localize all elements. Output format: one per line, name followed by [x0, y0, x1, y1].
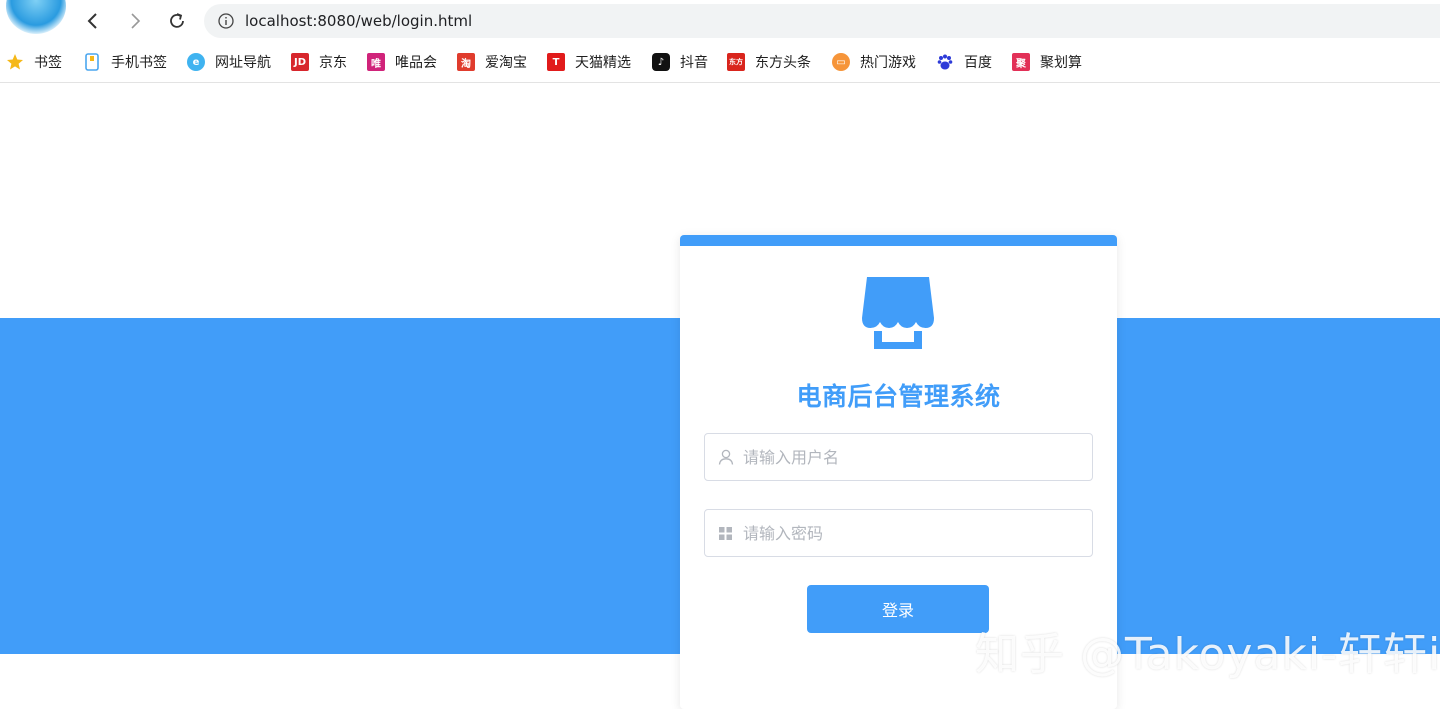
username-field[interactable]: [704, 433, 1093, 481]
username-input[interactable]: [741, 434, 1081, 480]
forward-button[interactable]: [122, 8, 148, 34]
watermark: 知乎 @Takoyaki-轩轩i: [975, 629, 1440, 680]
bookmark-item[interactable]: 聚 聚划算: [1012, 42, 1082, 82]
phone-bookmark-icon: [83, 53, 101, 71]
info-icon: [218, 13, 234, 29]
bookmark-item[interactable]: e 网址导航: [187, 42, 271, 82]
douyin-icon: ♪: [652, 53, 670, 71]
bookmark-item[interactable]: 东方 东方头条: [727, 42, 811, 82]
grid-icon: [719, 527, 732, 540]
password-input[interactable]: [741, 510, 1081, 556]
address-bar[interactable]: localhost:8080/web/login.html: [204, 4, 1440, 38]
taobao-icon: 淘: [457, 53, 475, 71]
star-icon: [6, 53, 24, 71]
bookmark-item[interactable]: ♪ 抖音: [652, 42, 708, 82]
vip-icon: 唯: [367, 53, 385, 71]
tmall-icon: T: [547, 53, 565, 71]
login-button[interactable]: 登录: [807, 585, 989, 633]
dongfang-icon: 东方: [727, 53, 745, 71]
url-text: localhost:8080/web/login.html: [245, 12, 473, 30]
password-field[interactable]: [704, 509, 1093, 557]
jd-icon: JD: [291, 53, 309, 71]
forward-arrow-icon: [131, 13, 141, 29]
back-arrow-icon: [87, 13, 97, 29]
bookmark-item[interactable]: 手机书签: [83, 42, 167, 82]
reload-button[interactable]: [164, 8, 190, 34]
bookmark-item[interactable]: ▭ 热门游戏: [832, 42, 916, 82]
card-accent-bar: [680, 235, 1117, 246]
browser-toolbar: localhost:8080/web/login.html: [0, 0, 1440, 42]
back-button[interactable]: [80, 8, 106, 34]
game-icon: ▭: [832, 53, 850, 71]
bookmark-item[interactable]: JD 京东: [291, 42, 347, 82]
page-title: 电商后台管理系统: [796, 382, 1001, 411]
baidu-icon: [936, 53, 954, 71]
juhuasuan-icon: 聚: [1012, 53, 1030, 71]
reload-icon: [170, 13, 184, 28]
bookmark-item[interactable]: T 天猫精选: [547, 42, 631, 82]
bookmark-item[interactable]: 淘 爱淘宝: [457, 42, 527, 82]
e-browser-icon: e: [187, 53, 205, 71]
user-icon: [718, 449, 734, 465]
browser-logo-icon: [6, 0, 66, 34]
bookmarks-bar: 书签 手机书签 e 网址导航 JD 京东 唯 唯品会 淘 爱淘宝 T 天猫精选 …: [0, 42, 1440, 83]
bookmark-item[interactable]: 唯 唯品会: [367, 42, 437, 82]
bookmark-item[interactable]: 百度: [936, 42, 992, 82]
bookmark-item[interactable]: 书签: [6, 42, 62, 82]
shop-icon: [862, 277, 934, 349]
